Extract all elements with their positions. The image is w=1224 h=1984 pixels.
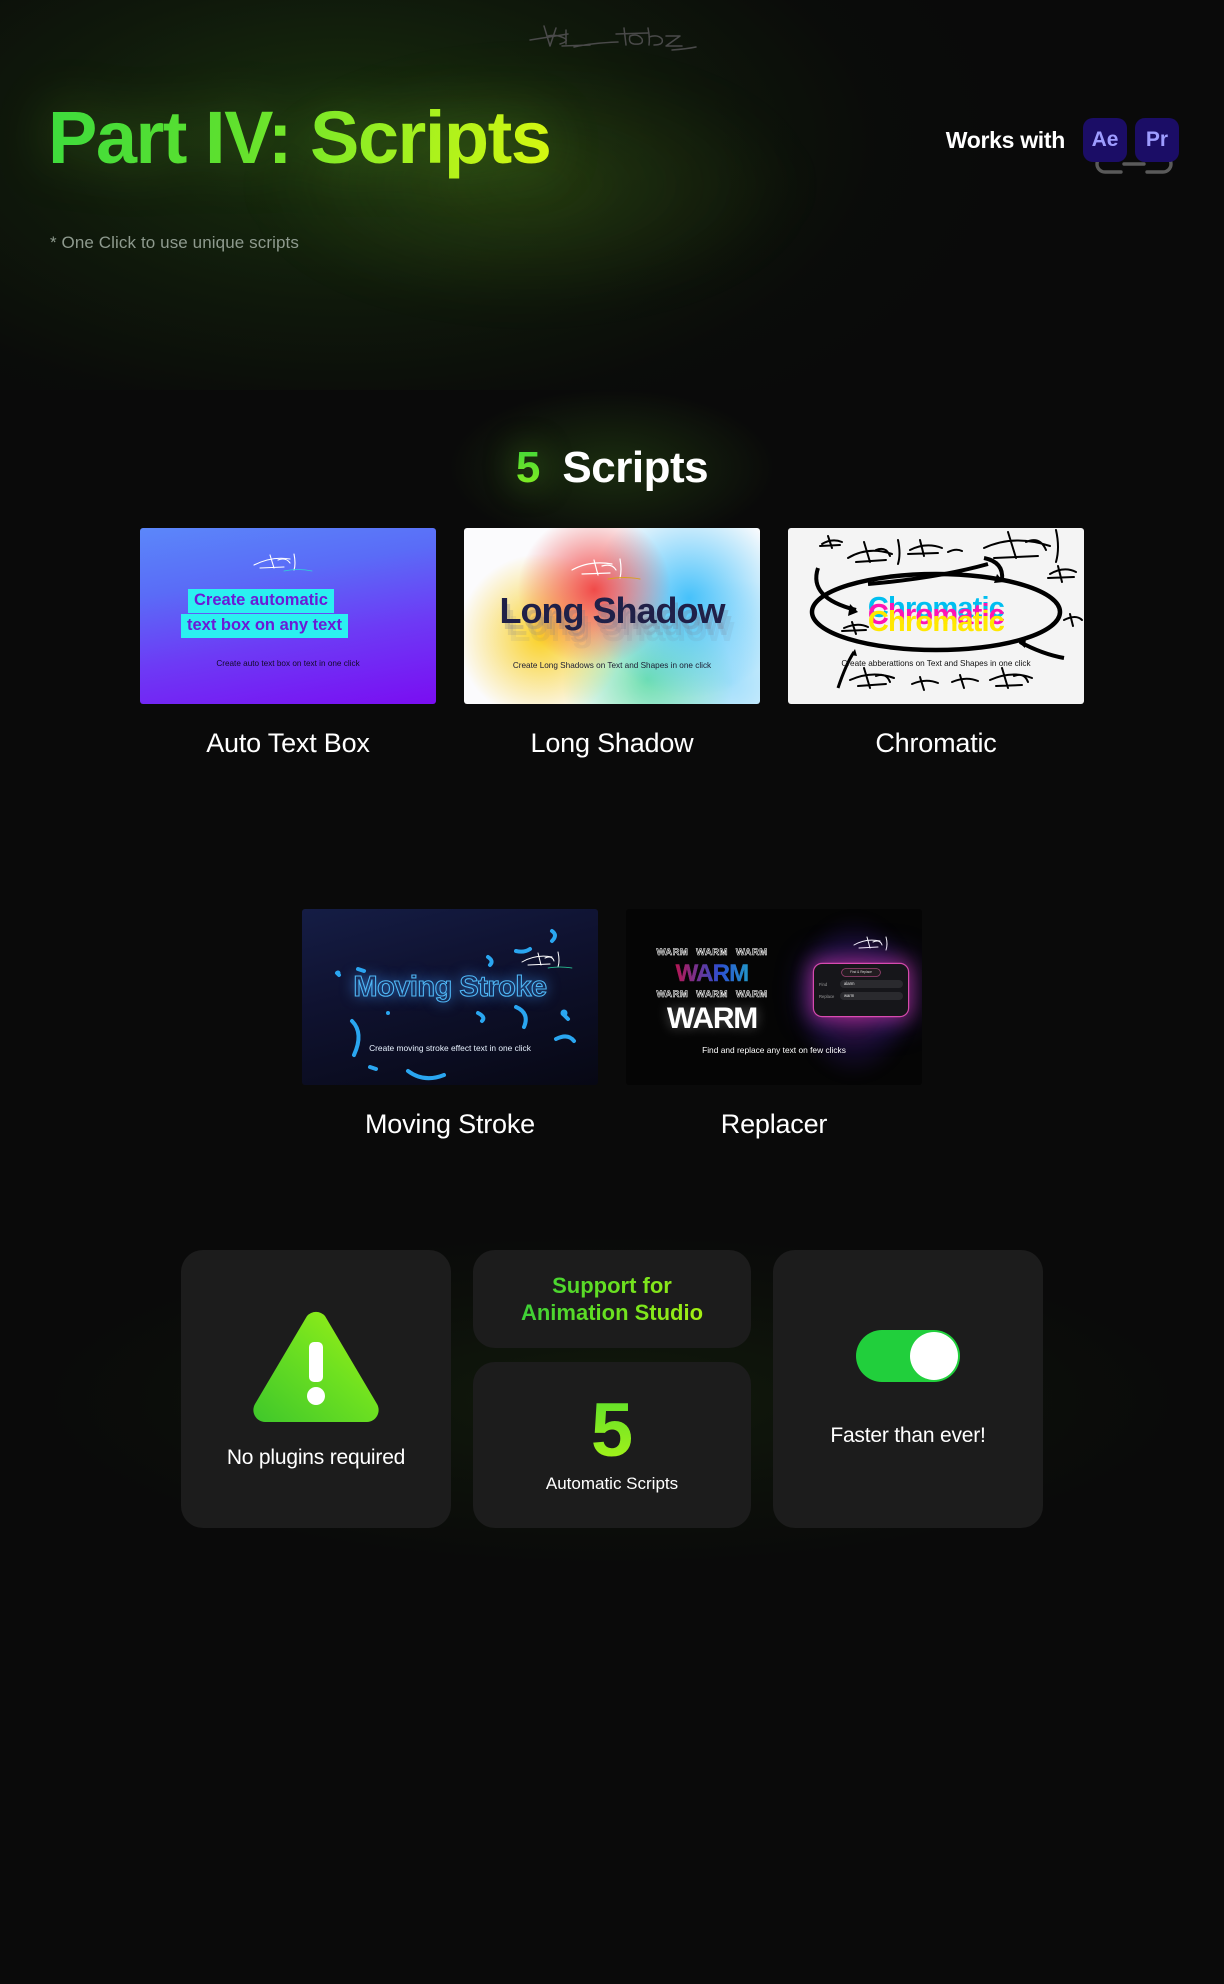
scripts-grid-row-2: Moving Stroke Create moving stroke effec…	[0, 909, 1224, 1140]
long-shadow-headline: Long Shadow	[499, 590, 726, 631]
replacer-find-field-row: Find alarm	[819, 980, 903, 988]
moving-stroke-headline: Moving Stroke	[353, 970, 548, 1003]
script-card-replacer[interactable]: WARM WARM WARM WARM WARM WARM WARM WARM	[626, 909, 922, 1140]
watermark-signature-icon	[853, 936, 888, 951]
feature-card-faster: Faster than ever!	[773, 1250, 1043, 1528]
watermark-signature-icon	[571, 558, 641, 580]
replacer-warm-small: WARM	[735, 989, 768, 1001]
replacer-warm-stack: WARM WARM WARM WARM WARM WARM WARM WARM	[634, 947, 790, 1036]
replacer-warm-row-top: WARM WARM WARM	[634, 947, 790, 959]
script-thumbnail-auto-text-box[interactable]: Create automatic text box on any text Cr…	[140, 528, 436, 704]
replacer-warm-small: WARM	[656, 989, 689, 1001]
replacer-warm-row-bottom: WARM WARM WARM	[634, 989, 790, 1001]
replacer-panel-title: Find & Replace	[842, 969, 880, 976]
scripts-count-number: 5	[515, 443, 541, 492]
watermark-signature-icon	[521, 951, 573, 969]
hero-subtitle: * One Click to use unique scripts	[50, 233, 299, 252]
feature-support-text: Support for Animation Studio	[521, 1272, 703, 1327]
script-thumbnail-long-shadow[interactable]: Long Shadow Create Long Shadows on Text …	[464, 528, 760, 704]
replacer-warm-small: WARM	[696, 947, 728, 959]
feature-support-line2: Animation Studio	[520, 1300, 704, 1325]
feature-label-faster: Faster than ever!	[830, 1424, 986, 1447]
badge-after-effects[interactable]: Ae	[1083, 118, 1127, 162]
script-thumbnail-moving-stroke[interactable]: Moving Stroke Create moving stroke effec…	[302, 909, 598, 1085]
scripts-count-heading: 5 Scripts	[0, 388, 1224, 548]
replacer-warm-small: WARM	[735, 947, 768, 959]
script-caption-chromatic: Chromatic	[875, 728, 997, 758]
auto-text-box-headline-1: Create automatic	[188, 589, 334, 613]
script-caption-auto-text-box: Auto Text Box	[206, 728, 370, 758]
long-shadow-description: Create Long Shadows on Text and Shapes i…	[512, 661, 712, 670]
replacer-replace-label: Replace	[819, 993, 835, 999]
adobe-badges: Ae Pr	[1083, 118, 1179, 174]
feature-card-support: Support for Animation Studio	[473, 1250, 751, 1348]
feature-automatic-number: 5	[590, 1388, 634, 1474]
works-with-group: Works with Ae Pr	[945, 118, 1179, 174]
replacer-warm-solid: WARM	[666, 1002, 758, 1035]
replacer-replace-input[interactable]: warm	[840, 992, 903, 1000]
script-card-auto-text-box[interactable]: Create automatic text box on any text Cr…	[140, 528, 436, 759]
replacer-warm-small: WARM	[696, 989, 728, 1001]
warning-triangle-icon	[253, 1311, 379, 1422]
feature-cards-section: No plugins required Support for Animatio…	[0, 1235, 1224, 1565]
script-card-moving-stroke[interactable]: Moving Stroke Create moving stroke effec…	[302, 909, 598, 1140]
replacer-find-label: Find	[819, 981, 828, 987]
replacer-warm-small: WARM	[656, 947, 689, 959]
feature-automatic-label: Automatic Scripts	[545, 1473, 679, 1493]
feature-label-no-plugins: No plugins required	[226, 1446, 406, 1469]
feature-card-automatic-scripts: 5 Automatic Scripts	[473, 1362, 751, 1528]
chromatic-headline-yellow: Chromatic	[867, 606, 1005, 638]
replacer-find-replace-panel[interactable]: Find & Replace Find alarm Replace warm	[814, 964, 908, 1016]
replacer-replace-field-row: Replace warm	[819, 992, 903, 1000]
auto-text-box-headline-2: text box on any text	[181, 614, 348, 638]
scripts-grid-row-1: Create automatic text box on any text Cr…	[0, 528, 1224, 759]
moving-stroke-description: Create moving stroke effect text in one …	[369, 1043, 531, 1053]
page-title: Part IV: Scripts	[48, 96, 552, 179]
auto-text-box-description: Create auto text box on text in one clic…	[216, 659, 360, 668]
script-caption-replacer: Replacer	[720, 1109, 828, 1139]
hero-glow-decoration	[0, 0, 980, 390]
script-card-long-shadow[interactable]: Long Shadow Create Long Shadows on Text …	[464, 528, 760, 759]
feature-support-line1: Support for	[552, 1272, 672, 1298]
script-thumbnail-chromatic[interactable]: Chromatic Chromatic Chromatic Create abb…	[788, 528, 1084, 704]
replacer-description: Find and replace any text on few clicks	[702, 1045, 846, 1055]
chromatic-description: Create abberattions on Text and Shapes i…	[841, 659, 1031, 668]
scripts-count-word: Scripts	[562, 443, 709, 492]
toggle-switch[interactable]	[856, 1330, 960, 1382]
feature-card-no-plugins: No plugins required	[181, 1250, 451, 1528]
watermark-signature-icon	[253, 553, 313, 572]
replacer-warm-gradient: WARM	[634, 960, 790, 988]
script-caption-long-shadow: Long Shadow	[530, 728, 694, 758]
script-caption-moving-stroke: Moving Stroke	[365, 1109, 535, 1139]
badge-premiere-pro[interactable]: Pr	[1135, 118, 1179, 162]
script-card-chromatic[interactable]: Chromatic Chromatic Chromatic Create abb…	[788, 528, 1084, 759]
replacer-find-input[interactable]: alarm	[840, 980, 903, 988]
script-thumbnail-replacer[interactable]: WARM WARM WARM WARM WARM WARM WARM WARM	[626, 909, 922, 1085]
feature-card-column-middle: Support for Animation Studio 5 Automatic…	[473, 1250, 751, 1550]
toggle-knob[interactable]	[910, 1332, 958, 1380]
hero-section: Part IV: Scripts Works with Ae Pr * One …	[0, 0, 1224, 390]
brand-logo	[0, 20, 1224, 56]
works-with-label: Works with	[945, 126, 1066, 153]
